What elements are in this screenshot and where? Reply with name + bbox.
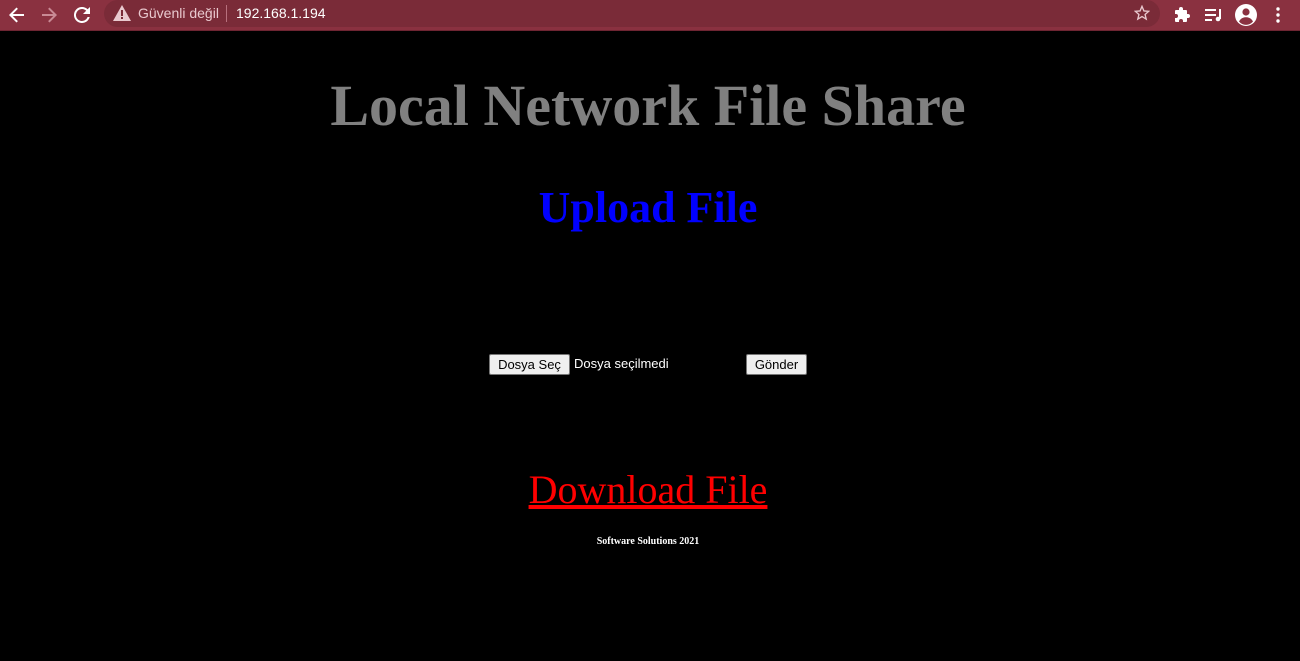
arrow-left-icon [9,7,24,23]
account-icon [1235,4,1257,26]
page-content: Local Network File Share Upload File Dos… [0,32,1300,661]
submit-button[interactable]: Gönder [746,354,807,375]
download-file-link[interactable]: Download File [529,467,768,512]
reload-button[interactable] [70,4,94,26]
url-text[interactable]: 192.168.1.194 [236,5,326,21]
media-queue-button[interactable] [1202,3,1226,27]
media-queue-icon [1205,9,1221,22]
file-status-text: Dosya seçilmedi [574,356,669,371]
arrow-right-icon [42,7,57,23]
warning-triangle-icon [113,5,131,21]
reload-icon [74,7,90,23]
kebab-menu-icon [1276,7,1280,23]
security-status[interactable]: Güvenli değil [138,5,219,21]
address-separator [226,5,227,22]
forward-button[interactable] [37,4,61,26]
profile-button[interactable] [1234,3,1258,27]
bookmark-button[interactable] [1132,3,1152,23]
puzzle-icon [1175,7,1190,22]
browser-menu-button[interactable] [1266,3,1290,27]
page-title: Local Network File Share [330,73,966,138]
star-icon [1134,5,1150,21]
download-link-container: Download File [0,466,1296,513]
upload-heading: Upload File [538,183,758,232]
address-bar[interactable]: Güvenli değil 192.168.1.194 [104,0,1160,27]
browser-toolbar: Güvenli değil 192.168.1.194 [0,0,1300,31]
choose-file-button[interactable]: Dosya Seç [489,354,570,375]
footer-text: Software Solutions 2021 [596,536,700,547]
extensions-button[interactable] [1170,3,1194,27]
back-button[interactable] [5,4,29,26]
